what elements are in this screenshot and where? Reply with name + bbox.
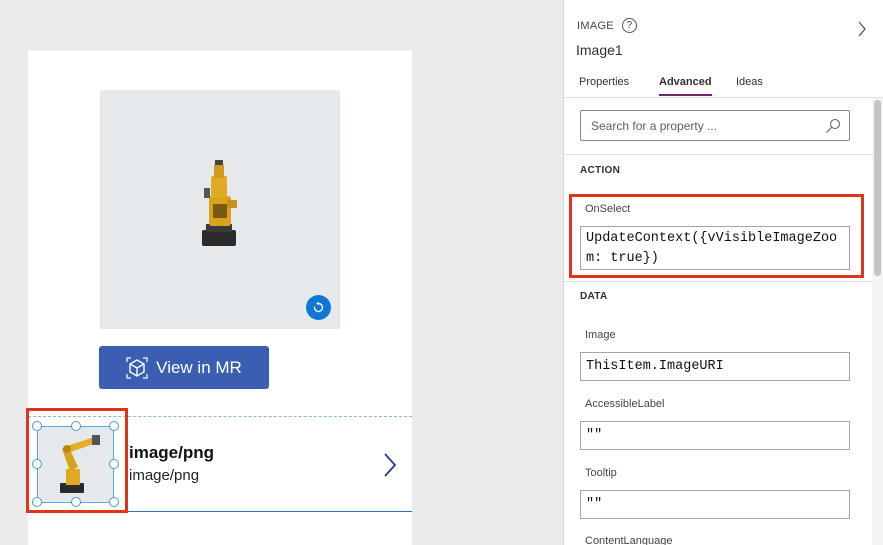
view-in-mr-button[interactable]: View in MR bbox=[99, 346, 269, 389]
app-canvas: View in MR image/png image/png bbox=[0, 0, 563, 545]
resize-handle[interactable] bbox=[71, 497, 81, 507]
tab-advanced[interactable]: Advanced bbox=[659, 76, 712, 96]
properties-panel: IMAGE ? Image1 Properties Advanced Ideas… bbox=[563, 0, 883, 545]
tab-ideas[interactable]: Ideas bbox=[736, 76, 763, 94]
view-in-mr-label: View in MR bbox=[156, 357, 242, 377]
resize-handle[interactable] bbox=[109, 497, 119, 507]
robot-arm-thumbnail-image bbox=[60, 435, 100, 493]
tab-properties[interactable]: Properties bbox=[579, 76, 629, 94]
resize-handle[interactable] bbox=[109, 459, 119, 469]
reset-view-button[interactable] bbox=[306, 295, 331, 320]
onselect-label: OnSelect bbox=[585, 203, 631, 215]
search-icon bbox=[826, 118, 841, 133]
onselect-formula-field[interactable]: UpdateContext({vVisibleImageZoom: true}) bbox=[580, 226, 850, 270]
property-search[interactable] bbox=[580, 110, 850, 141]
mixed-reality-cube-icon bbox=[126, 356, 148, 379]
app-screen: View in MR image/png image/png bbox=[26, 51, 412, 545]
tooltip-formula-field[interactable]: "" bbox=[580, 490, 850, 519]
tooltip-property-label: Tooltip bbox=[585, 467, 617, 479]
3d-model-viewer[interactable] bbox=[100, 90, 340, 329]
resize-handle[interactable] bbox=[71, 421, 81, 431]
image1-thumbnail[interactable] bbox=[37, 426, 114, 503]
control-type-label: IMAGE bbox=[577, 19, 614, 32]
resize-handle[interactable] bbox=[32, 497, 42, 507]
gallery-item[interactable]: image/png image/png bbox=[26, 408, 412, 513]
reset-view-icon bbox=[313, 301, 324, 313]
control-name[interactable]: Image1 bbox=[576, 42, 623, 58]
gallery-item-subtitle: image/png bbox=[129, 467, 200, 484]
section-divider bbox=[564, 281, 873, 282]
robot-model-image bbox=[202, 160, 237, 246]
accessible-label-property-label: AccessibleLabel bbox=[585, 398, 665, 410]
help-icon[interactable]: ? bbox=[621, 18, 637, 33]
content-language-property-label: ContentLanguage bbox=[585, 535, 673, 545]
resize-handle[interactable] bbox=[109, 421, 119, 431]
property-search-input[interactable] bbox=[581, 111, 849, 140]
section-heading-data: DATA bbox=[580, 291, 608, 302]
resize-handle[interactable] bbox=[32, 421, 42, 431]
image-property-label: Image bbox=[585, 329, 616, 341]
control-type-header: IMAGE ? bbox=[577, 18, 637, 33]
chevron-right-icon[interactable] bbox=[383, 452, 397, 478]
panel-tabs: Properties Advanced Ideas bbox=[564, 76, 883, 98]
collapse-panel-icon[interactable] bbox=[857, 20, 867, 38]
section-divider bbox=[564, 154, 873, 155]
image-formula-field[interactable]: ThisItem.ImageURI bbox=[580, 352, 850, 381]
panel-scrollbar-thumb[interactable] bbox=[874, 100, 881, 276]
gallery-item-title: image/png bbox=[129, 443, 215, 462]
section-heading-action: ACTION bbox=[580, 165, 621, 176]
accessible-label-formula-field[interactable]: "" bbox=[580, 421, 850, 450]
resize-handle[interactable] bbox=[32, 459, 42, 469]
